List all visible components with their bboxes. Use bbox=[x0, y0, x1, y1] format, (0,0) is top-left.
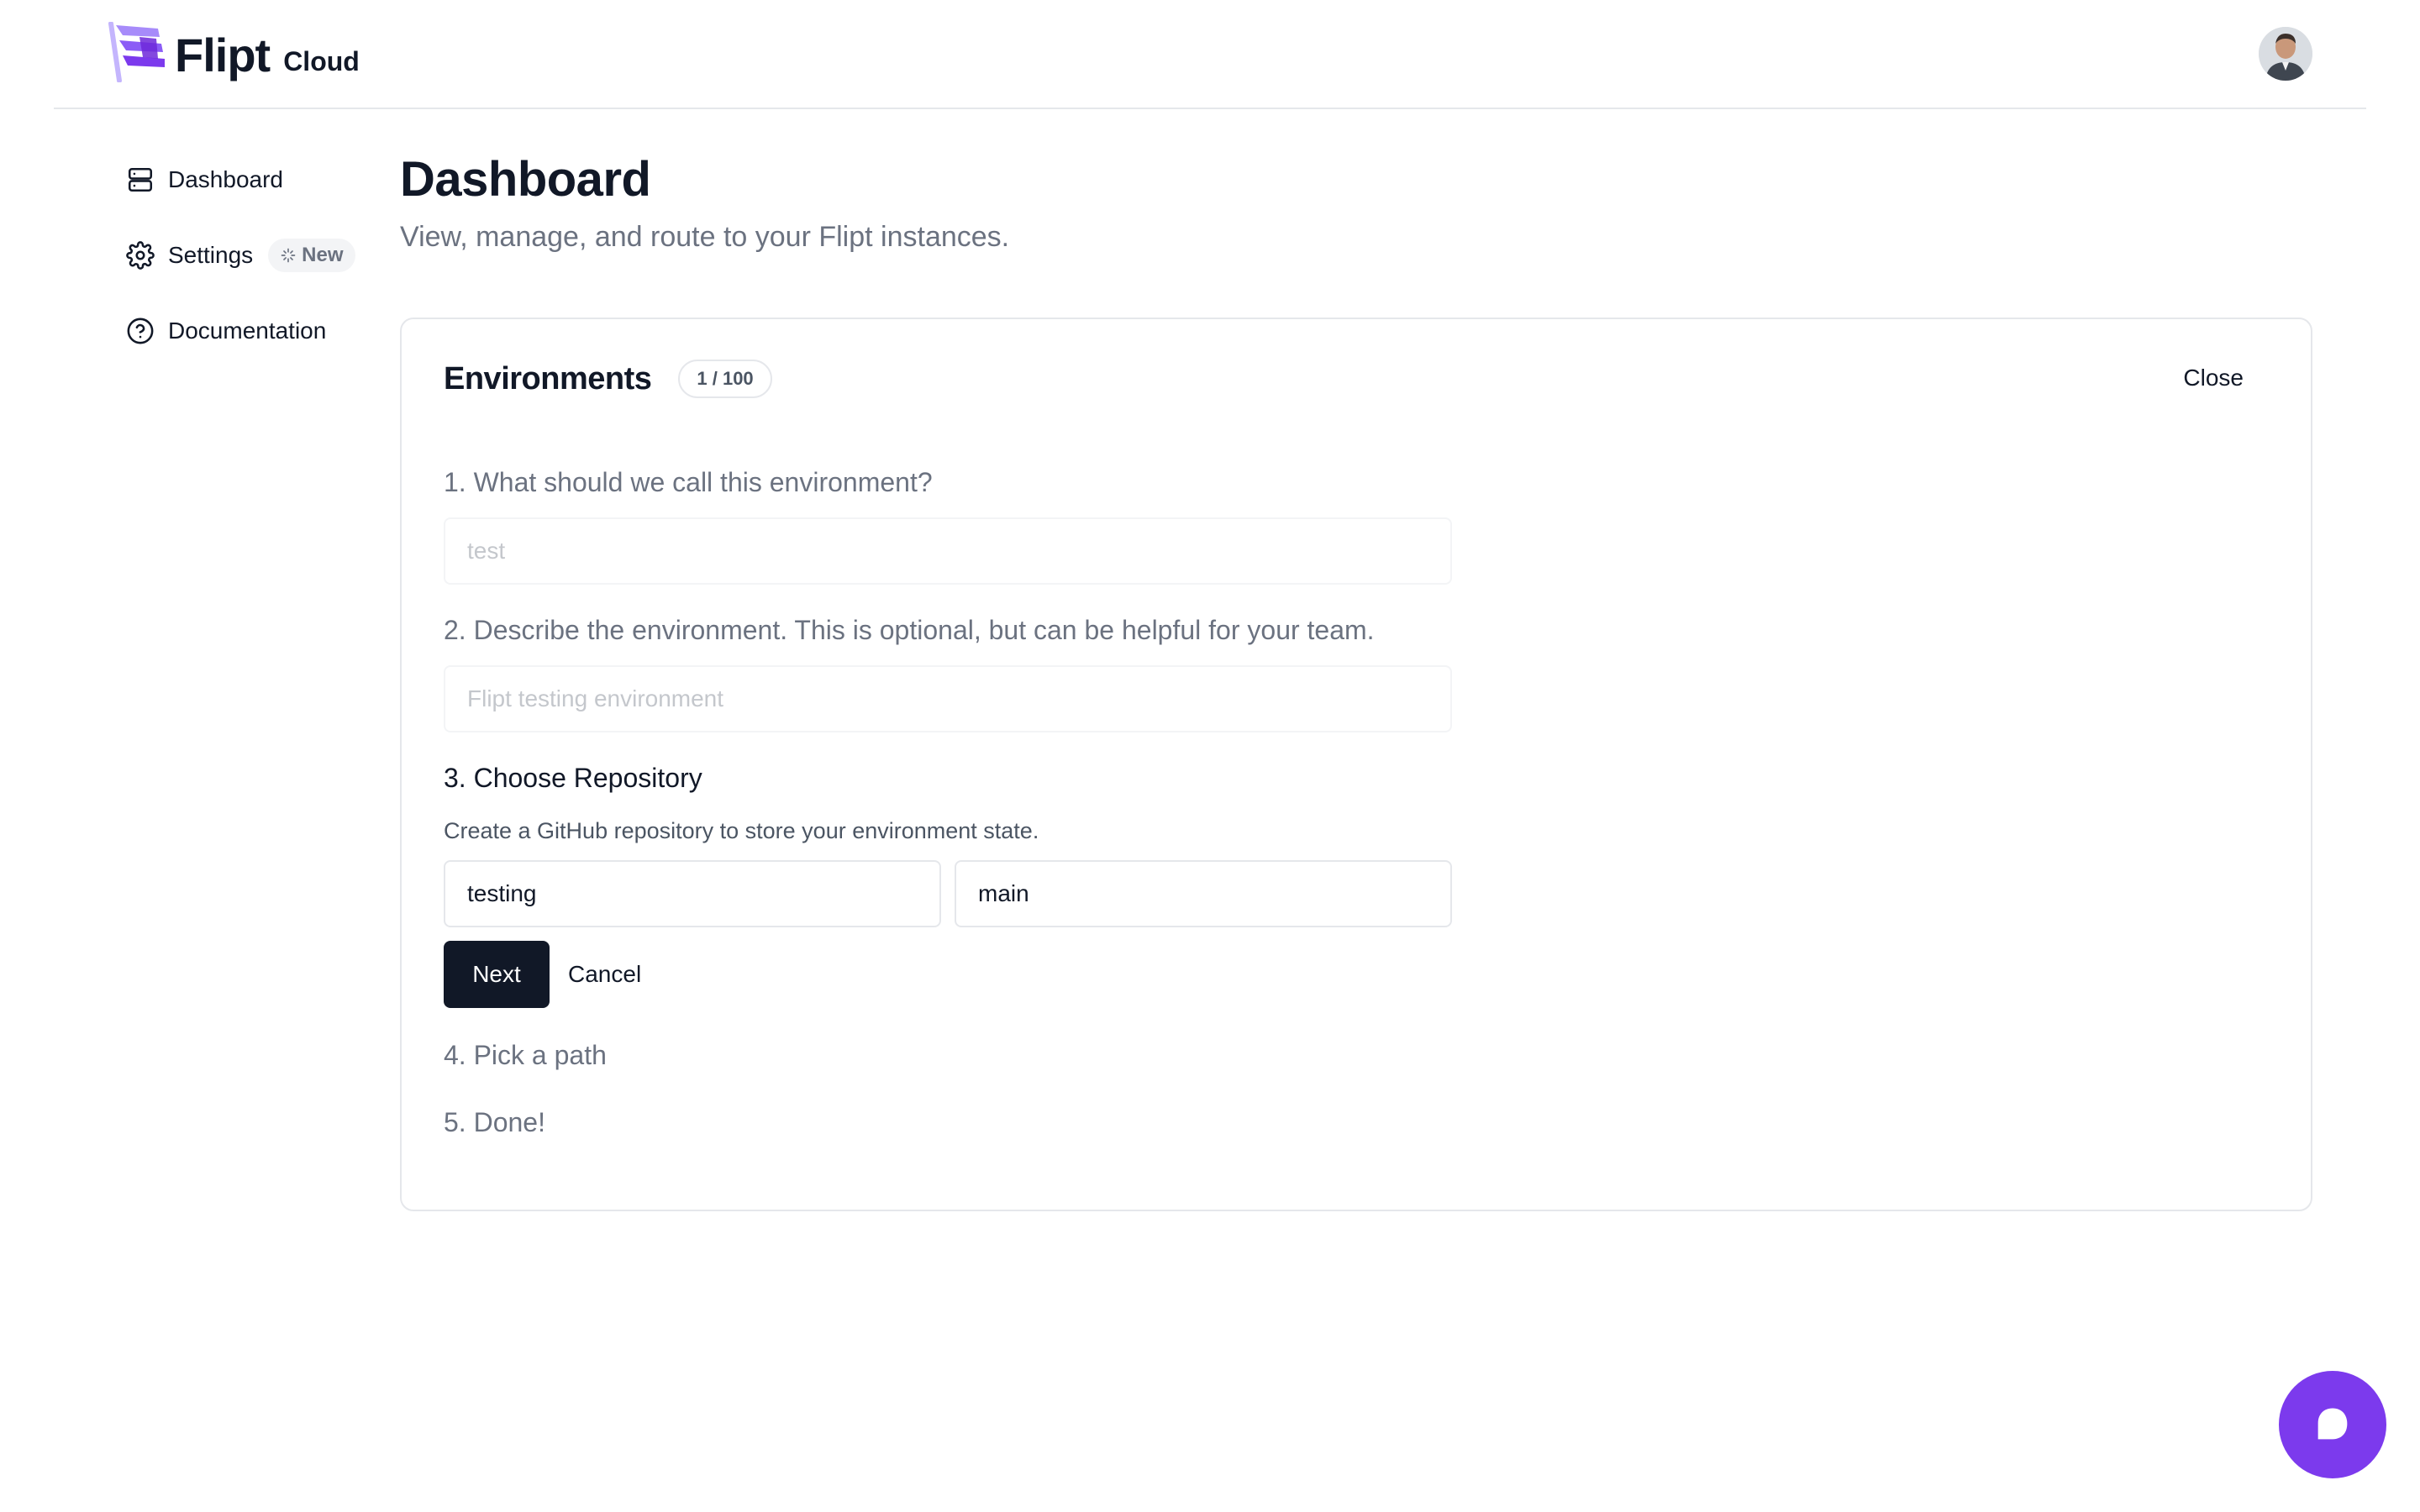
sidebar: Dashboard Settings New Documentation bbox=[126, 160, 378, 386]
brand-product: Cloud bbox=[283, 46, 360, 76]
branch-name-input[interactable] bbox=[955, 860, 1452, 927]
close-button[interactable]: Close bbox=[2183, 365, 2244, 391]
avatar-icon bbox=[2259, 27, 2312, 81]
page: Flipt Cloud Dashboard Settings New Docum… bbox=[0, 0, 2420, 1512]
brand-name: Flipt bbox=[175, 29, 271, 81]
card-title: Environments bbox=[444, 360, 652, 396]
new-badge: New bbox=[268, 239, 355, 272]
flipt-logo[interactable]: Flipt Cloud bbox=[106, 22, 360, 82]
chat-launcher-button[interactable] bbox=[2279, 1371, 2386, 1478]
step-3-label: 3. Choose Repository bbox=[444, 763, 702, 793]
sidebar-item-dashboard[interactable]: Dashboard bbox=[126, 160, 378, 200]
environment-description-input[interactable] bbox=[444, 665, 1452, 732]
flag-logo-icon bbox=[108, 22, 165, 82]
main-content: Dashboard View, manage, and route to you… bbox=[400, 151, 2312, 1211]
sidebar-item-label: Documentation bbox=[168, 318, 327, 344]
next-button[interactable]: Next bbox=[444, 941, 550, 1008]
gear-icon bbox=[126, 241, 155, 270]
repository-name-input[interactable] bbox=[444, 860, 941, 927]
sparkle-icon bbox=[281, 248, 296, 263]
step-5-label: 5. Done! bbox=[444, 1107, 545, 1137]
help-circle-icon bbox=[127, 318, 154, 344]
server-icon bbox=[128, 167, 153, 192]
sidebar-item-label: Dashboard bbox=[168, 166, 283, 192]
step-4-label: 4. Pick a path bbox=[444, 1040, 607, 1070]
chat-icon bbox=[2317, 1408, 2348, 1440]
page-subtitle: View, manage, and route to your Flipt in… bbox=[400, 221, 1010, 253]
user-avatar[interactable] bbox=[2259, 27, 2312, 81]
new-badge-label: New bbox=[302, 244, 344, 266]
cancel-button[interactable]: Cancel bbox=[568, 941, 641, 1008]
step-1-label: 1. What should we call this environment? bbox=[444, 467, 933, 497]
top-header: Flipt Cloud bbox=[54, 0, 2366, 109]
step-3-help: Create a GitHub repository to store your… bbox=[444, 818, 1039, 843]
sidebar-item-settings[interactable]: Settings New bbox=[126, 235, 378, 276]
environment-count-badge: 1 / 100 bbox=[678, 360, 772, 398]
environment-name-input[interactable] bbox=[444, 517, 1452, 585]
step-2-label: 2. Describe the environment. This is opt… bbox=[444, 615, 1375, 645]
sidebar-item-documentation[interactable]: Documentation bbox=[126, 311, 378, 351]
card-header: Environments 1 / 100 bbox=[444, 360, 772, 398]
sidebar-item-label: Settings bbox=[168, 242, 254, 268]
page-title: Dashboard bbox=[400, 152, 651, 207]
environments-card: Environments 1 / 100 Close 1. What shoul… bbox=[400, 318, 2312, 1211]
